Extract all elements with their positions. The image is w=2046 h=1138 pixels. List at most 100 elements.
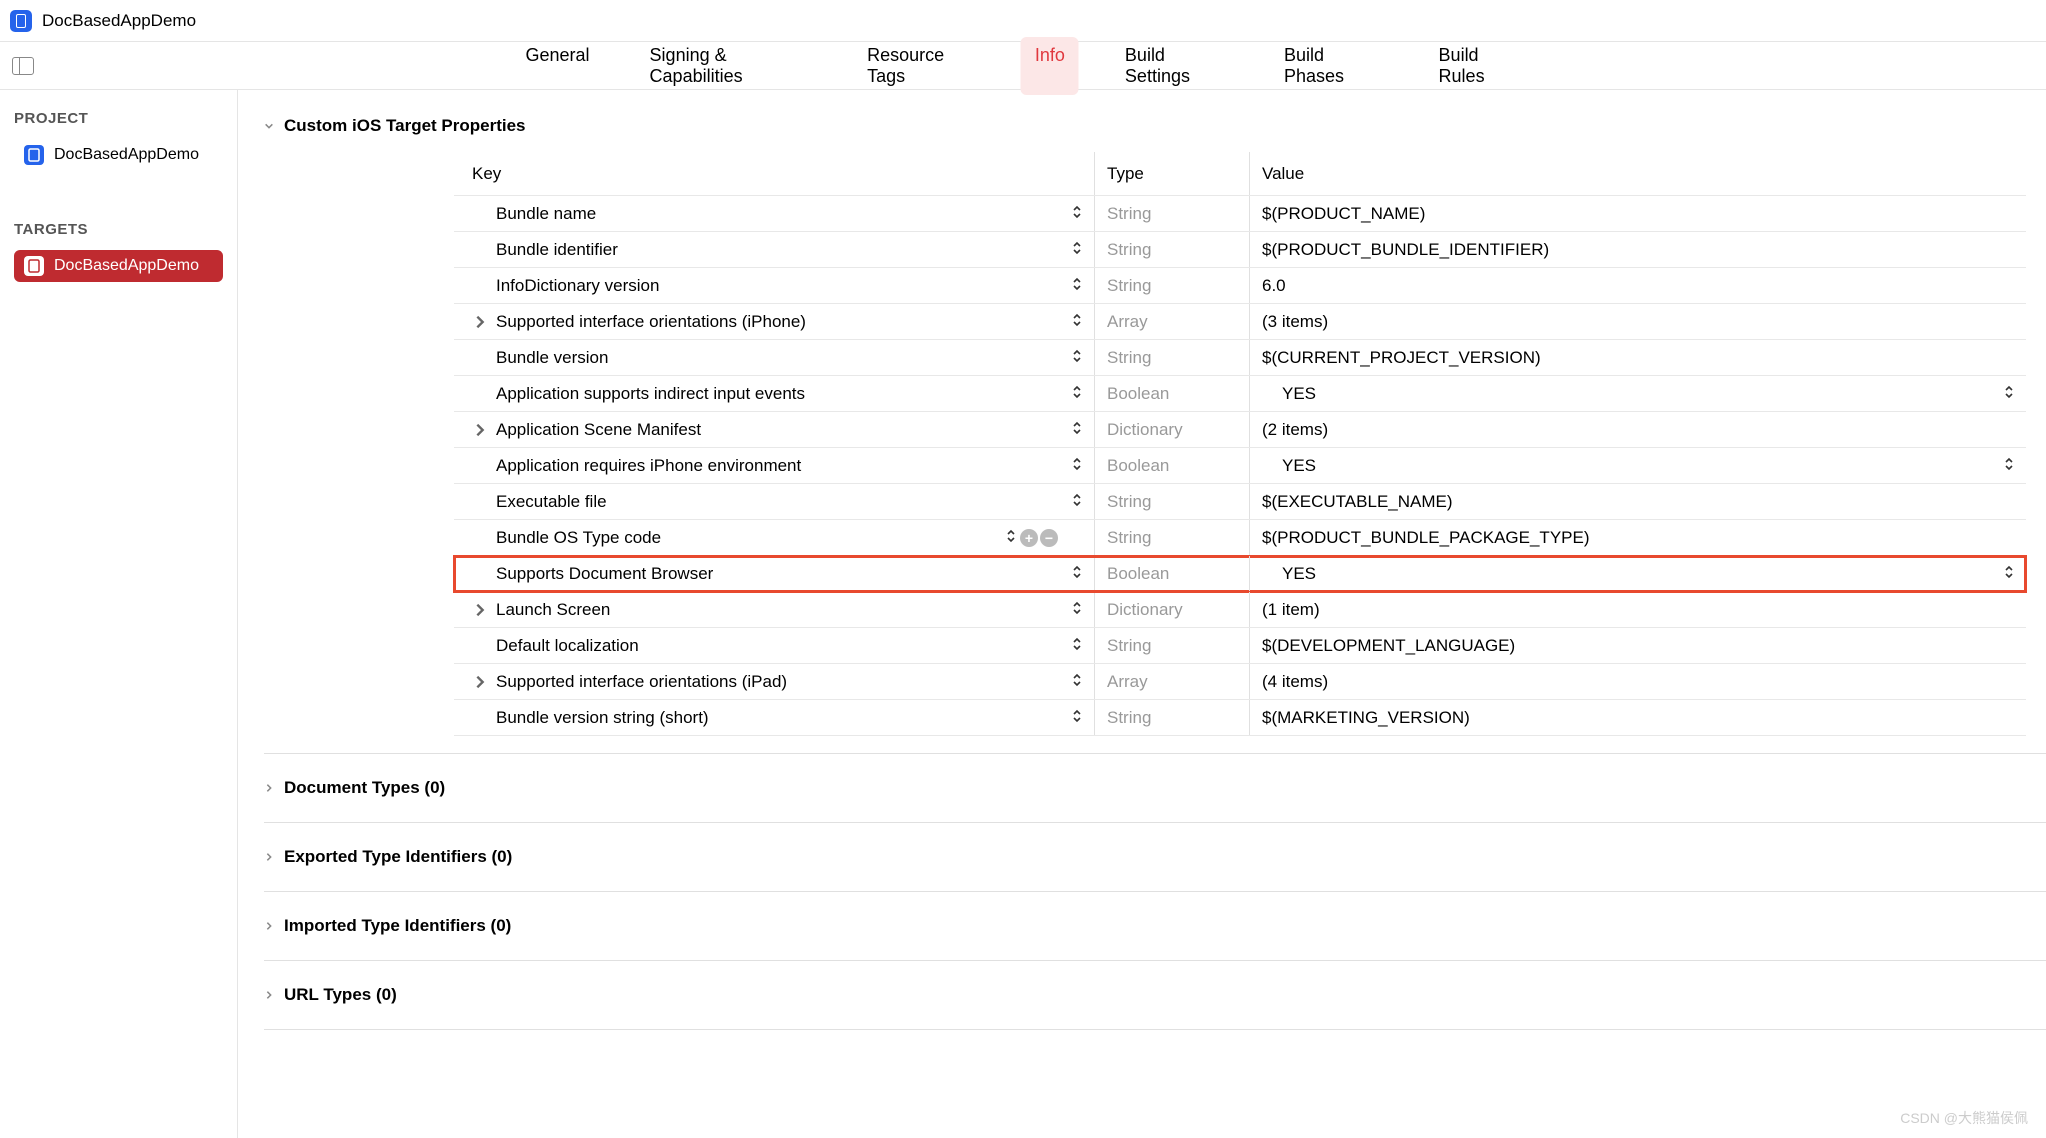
key-stepper-icon[interactable] — [1072, 600, 1082, 620]
plist-value-cell[interactable]: $(PRODUCT_NAME) — [1249, 196, 2026, 231]
plist-type-cell[interactable]: String — [1094, 484, 1249, 519]
plist-key-cell[interactable]: Executable file — [454, 492, 1094, 512]
key-stepper-icon[interactable] — [1072, 420, 1082, 440]
table-row[interactable]: Supported interface orientations (iPhone… — [454, 304, 2026, 340]
column-header-key[interactable]: Key — [454, 164, 1094, 184]
chevron-right-icon[interactable] — [472, 602, 488, 618]
plist-type-cell[interactable]: Array — [1094, 304, 1249, 339]
table-row[interactable]: Application requires iPhone environmentB… — [454, 448, 2026, 484]
section-header[interactable]: Imported Type Identifiers (0) — [264, 908, 2046, 944]
plist-type-cell[interactable]: String — [1094, 268, 1249, 303]
plist-key-cell[interactable]: Application requires iPhone environment — [454, 456, 1094, 476]
plist-value-cell[interactable]: $(PRODUCT_BUNDLE_PACKAGE_TYPE) — [1249, 520, 2026, 555]
plist-type-cell[interactable]: String — [1094, 700, 1249, 735]
plist-value-cell[interactable]: (2 items) — [1249, 412, 2026, 447]
table-row[interactable]: Application supports indirect input even… — [454, 376, 2026, 412]
tab-general[interactable]: General — [512, 37, 604, 95]
key-stepper-icon[interactable] — [1072, 384, 1082, 404]
key-stepper-icon[interactable] — [1072, 708, 1082, 728]
key-stepper-icon[interactable] — [1072, 312, 1082, 332]
plist-key-cell[interactable]: Bundle version — [454, 348, 1094, 368]
table-row[interactable]: InfoDictionary versionString6.0 — [454, 268, 2026, 304]
plist-type-cell[interactable]: String — [1094, 520, 1249, 555]
add-row-button[interactable]: + — [1020, 529, 1038, 547]
plist-key-cell[interactable]: Bundle OS Type code+− — [454, 528, 1094, 548]
sidebar-toggle-icon[interactable] — [12, 57, 34, 75]
plist-key-cell[interactable]: Bundle identifier — [454, 240, 1094, 260]
plist-key-cell[interactable]: Application Scene Manifest — [454, 420, 1094, 440]
plist-type-cell[interactable]: Boolean — [1094, 376, 1249, 411]
plist-value-cell[interactable]: YES — [1249, 556, 2026, 591]
plist-key-cell[interactable]: Bundle name — [454, 204, 1094, 224]
plist-key-cell[interactable]: Supported interface orientations (iPad) — [454, 672, 1094, 692]
tab-build-phases[interactable]: Build Phases — [1270, 37, 1393, 95]
key-stepper-icon[interactable] — [1006, 528, 1016, 548]
value-stepper-icon[interactable] — [2004, 384, 2014, 404]
plist-type-cell[interactable]: Dictionary — [1094, 592, 1249, 627]
tab-build-rules[interactable]: Build Rules — [1425, 37, 1535, 95]
key-stepper-icon[interactable] — [1072, 492, 1082, 512]
plist-type-cell[interactable]: Boolean — [1094, 448, 1249, 483]
plist-type-cell[interactable]: String — [1094, 232, 1249, 267]
collapsed-section[interactable]: URL Types (0) — [264, 960, 2046, 1030]
plist-value-cell[interactable]: $(MARKETING_VERSION) — [1249, 700, 2026, 735]
plist-value-cell[interactable]: $(CURRENT_PROJECT_VERSION) — [1249, 340, 2026, 375]
plist-value-cell[interactable]: (1 item) — [1249, 592, 2026, 627]
sidebar-target-item[interactable]: DocBasedAppDemo — [14, 250, 223, 282]
table-row[interactable]: Supported interface orientations (iPad)A… — [454, 664, 2026, 700]
key-stepper-icon[interactable] — [1072, 456, 1082, 476]
table-row[interactable]: Bundle OS Type code+−String$(PRODUCT_BUN… — [454, 520, 2026, 556]
section-header[interactable]: Exported Type Identifiers (0) — [264, 839, 2046, 875]
key-stepper-icon[interactable] — [1072, 636, 1082, 656]
collapsed-section[interactable]: Document Types (0) — [264, 753, 2046, 823]
plist-value-cell[interactable]: $(EXECUTABLE_NAME) — [1249, 484, 2026, 519]
key-stepper-icon[interactable] — [1072, 240, 1082, 260]
plist-type-cell[interactable]: String — [1094, 628, 1249, 663]
table-row[interactable]: Executable fileString$(EXECUTABLE_NAME) — [454, 484, 2026, 520]
plist-key-cell[interactable]: Supported interface orientations (iPhone… — [454, 312, 1094, 332]
table-row[interactable]: Bundle nameString$(PRODUCT_NAME) — [454, 196, 2026, 232]
remove-row-button[interactable]: − — [1040, 529, 1058, 547]
plist-type-cell[interactable]: Boolean — [1094, 556, 1249, 591]
key-stepper-icon[interactable] — [1072, 672, 1082, 692]
plist-value-cell[interactable]: (3 items) — [1249, 304, 2026, 339]
plist-key-cell[interactable]: InfoDictionary version — [454, 276, 1094, 296]
plist-value-cell[interactable]: YES — [1249, 448, 2026, 483]
tab-build-settings[interactable]: Build Settings — [1111, 37, 1238, 95]
plist-value-cell[interactable]: $(PRODUCT_BUNDLE_IDENTIFIER) — [1249, 232, 2026, 267]
plist-key-cell[interactable]: Supports Document Browser — [454, 564, 1094, 584]
plist-type-cell[interactable]: Array — [1094, 664, 1249, 699]
table-row[interactable]: Bundle identifierString$(PRODUCT_BUNDLE_… — [454, 232, 2026, 268]
key-stepper-icon[interactable] — [1072, 204, 1082, 224]
column-header-type[interactable]: Type — [1094, 152, 1249, 195]
tab-resource-tags[interactable]: Resource Tags — [853, 37, 989, 95]
plist-value-cell[interactable]: (4 items) — [1249, 664, 2026, 699]
plist-key-cell[interactable]: Launch Screen — [454, 600, 1094, 620]
chevron-right-icon[interactable] — [472, 674, 488, 690]
table-row[interactable]: Bundle versionString$(CURRENT_PROJECT_VE… — [454, 340, 2026, 376]
plist-key-cell[interactable]: Application supports indirect input even… — [454, 384, 1094, 404]
table-row[interactable]: Application Scene ManifestDictionary(2 i… — [454, 412, 2026, 448]
plist-type-cell[interactable]: Dictionary — [1094, 412, 1249, 447]
key-stepper-icon[interactable] — [1072, 348, 1082, 368]
tab-signing[interactable]: Signing & Capabilities — [636, 37, 822, 95]
table-row[interactable]: Launch ScreenDictionary(1 item) — [454, 592, 2026, 628]
plist-value-cell[interactable]: 6.0 — [1249, 268, 2026, 303]
plist-type-cell[interactable]: String — [1094, 340, 1249, 375]
chevron-right-icon[interactable] — [472, 314, 488, 330]
plist-value-cell[interactable]: $(DEVELOPMENT_LANGUAGE) — [1249, 628, 2026, 663]
table-row[interactable]: Supports Document BrowserBooleanYES — [454, 556, 2026, 592]
tab-info[interactable]: Info — [1021, 37, 1079, 95]
column-header-value[interactable]: Value — [1249, 152, 2026, 195]
properties-section-header[interactable]: Custom iOS Target Properties — [264, 108, 2046, 144]
collapsed-section[interactable]: Imported Type Identifiers (0) — [264, 891, 2046, 961]
table-row[interactable]: Default localizationString$(DEVELOPMENT_… — [454, 628, 2026, 664]
key-stepper-icon[interactable] — [1072, 564, 1082, 584]
collapsed-section[interactable]: Exported Type Identifiers (0) — [264, 822, 2046, 892]
plist-key-cell[interactable]: Bundle version string (short) — [454, 708, 1094, 728]
plist-key-cell[interactable]: Default localization — [454, 636, 1094, 656]
value-stepper-icon[interactable] — [2004, 564, 2014, 584]
plist-type-cell[interactable]: String — [1094, 196, 1249, 231]
chevron-right-icon[interactable] — [472, 422, 488, 438]
sidebar-project-item[interactable]: DocBasedAppDemo — [14, 139, 223, 171]
